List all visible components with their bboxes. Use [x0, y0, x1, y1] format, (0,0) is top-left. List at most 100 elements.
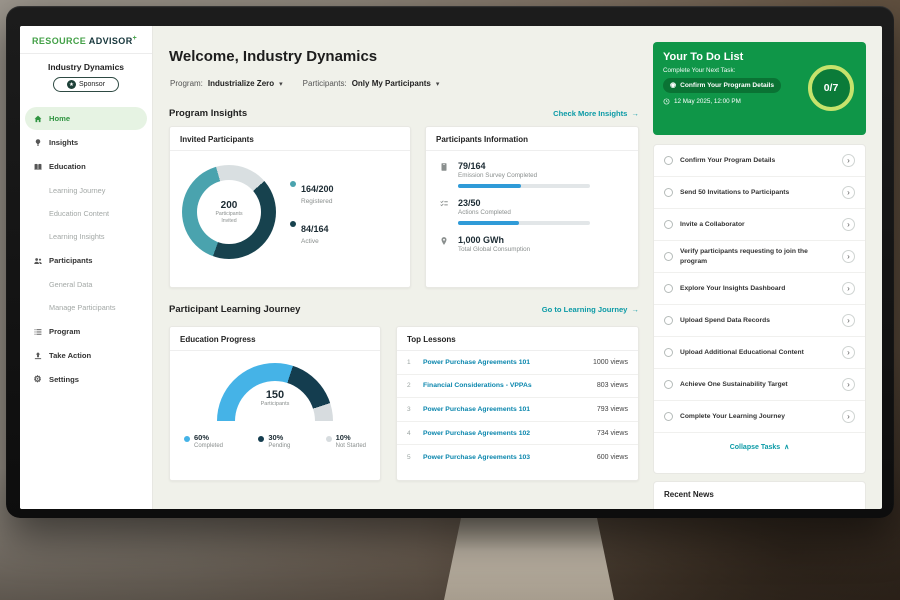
lesson-link[interactable]: Power Purchase Agreements 101 [423, 406, 589, 413]
task-row[interactable]: Explore Your Insights Dashboard › [654, 273, 865, 305]
legend-value: 84/164 [301, 224, 329, 234]
go-to-learning-journey-link[interactable]: Go to Learning Journey → [542, 305, 639, 314]
todo-progress-ring: 0/7 [808, 65, 854, 111]
stat-value: 1,000 GWh [458, 235, 530, 245]
legend-completed: 60% Completed [184, 433, 223, 449]
program-select[interactable]: Program: Industrialize Zero ▾ [170, 79, 283, 88]
sidebar-item-program[interactable]: Program [25, 320, 147, 343]
task-checkbox[interactable] [664, 188, 673, 197]
progress-bar [458, 221, 590, 225]
program-select-value: Industrialize Zero [208, 79, 274, 88]
gauge-center-value: 150 [217, 389, 333, 401]
chevron-right-icon[interactable]: › [842, 218, 855, 231]
logo-text-resource: RESOURCE [32, 36, 86, 46]
sidebar-item-label: Program [49, 327, 80, 336]
chevron-right-icon[interactable]: › [842, 282, 855, 295]
sidebar-item-general-data[interactable]: General Data [20, 273, 152, 296]
task-checkbox[interactable] [664, 284, 673, 293]
stat-emission-survey: 79/164 Emission Survey Completed [426, 151, 638, 188]
lesson-link[interactable]: Financial Considerations - VPPAs [423, 382, 589, 389]
legend-label: Registered [301, 198, 334, 205]
legend-value: 10% [336, 433, 351, 442]
task-checkbox[interactable] [664, 380, 673, 389]
task-checkbox[interactable] [664, 348, 673, 357]
task-row[interactable]: Confirm Your Program Details › [654, 145, 865, 177]
task-label: Explore Your Insights Dashboard [680, 284, 835, 293]
stat-label: Total Global Consumption [458, 246, 530, 253]
stat-actions-completed: 23/50 Actions Completed [426, 188, 638, 225]
list-icon [32, 326, 43, 337]
chevron-right-icon[interactable]: › [842, 250, 855, 263]
check-more-insights-link[interactable]: Check More Insights → [553, 109, 639, 118]
lesson-row: 4 Power Purchase Agreements 102 734 view… [397, 422, 638, 446]
next-task-label: Confirm Your Program Details [680, 82, 774, 89]
sidebar-item-education-content[interactable]: Education Content [20, 202, 152, 225]
task-row[interactable]: Verify participants requesting to join t… [654, 241, 865, 273]
task-row[interactable]: Send 50 Invitations to Participants › [654, 177, 865, 209]
task-row[interactable]: Upload Additional Educational Content › [654, 337, 865, 369]
donut-center-label: Participants Invited [208, 211, 250, 225]
card-title: Participants Information [426, 127, 638, 151]
sidebar-item-education[interactable]: Education [25, 155, 147, 178]
legend-dot [258, 436, 264, 442]
collapse-tasks-link[interactable]: Collapse Tasks ∧ [654, 433, 865, 461]
legend-label: Active [301, 238, 329, 245]
task-row[interactable]: Upload Spend Data Records › [654, 305, 865, 337]
legend-label: Not Started [336, 443, 366, 449]
legend-label: Pending [268, 443, 290, 449]
participants-information-card: Participants Information 79/164 Emission… [425, 126, 639, 288]
chevron-right-icon[interactable]: › [842, 314, 855, 327]
arrow-right-icon: → [631, 109, 639, 118]
task-checkbox[interactable] [664, 252, 673, 261]
gauge-center-label: Participants [217, 401, 333, 407]
lesson-link[interactable]: Power Purchase Agreements 103 [423, 454, 589, 461]
chevron-right-icon[interactable]: › [842, 378, 855, 391]
lesson-link[interactable]: Power Purchase Agreements 102 [423, 430, 589, 437]
sidebar-item-settings[interactable]: ⚙ Settings [25, 368, 147, 391]
task-row[interactable]: Achieve One Sustainability Target › [654, 369, 865, 401]
sidebar-item-label: Participants [49, 256, 92, 265]
task-row[interactable]: Invite a Collaborator › [654, 209, 865, 241]
card-title: Invited Participants [170, 127, 410, 151]
legend-value: 164/200 [301, 184, 334, 194]
sidebar-item-insights[interactable]: Insights [25, 131, 147, 154]
sidebar-item-manage-participants[interactable]: Manage Participants [20, 296, 152, 319]
card-title: Education Progress [170, 327, 380, 351]
participants-select-value: Only My Participants [352, 79, 431, 88]
map-pin-icon [438, 235, 449, 253]
lightbulb-icon [32, 137, 43, 148]
chevron-right-icon[interactable]: › [842, 154, 855, 167]
sidebar-item-learning-journey[interactable]: Learning Journey [20, 179, 152, 202]
sponsor-badge[interactable]: ★ Sponsor [53, 77, 119, 92]
stat-label: Actions Completed [458, 209, 590, 216]
stat-value: 23/50 [458, 198, 590, 208]
task-row[interactable]: Complete Your Learning Journey › [654, 401, 865, 433]
legend-pending: 30% Pending [258, 433, 290, 449]
next-task-pill[interactable]: ◉ Confirm Your Program Details [663, 78, 781, 93]
chevron-right-icon[interactable]: › [842, 410, 855, 423]
donut-legend: 164/200 Registered 84/164 Active [290, 179, 334, 245]
sidebar-item-take-action[interactable]: Take Action [25, 344, 147, 367]
sidebar-item-learning-insights[interactable]: Learning Insights [20, 225, 152, 248]
card-title: Top Lessons [397, 327, 638, 351]
chevron-right-icon[interactable]: › [842, 186, 855, 199]
task-checkbox[interactable] [664, 412, 673, 421]
lesson-row: 1 Power Purchase Agreements 101 1000 vie… [397, 351, 638, 375]
lesson-views: 1000 views [593, 359, 628, 366]
stat-value: 79/164 [458, 161, 590, 171]
task-checkbox[interactable] [664, 316, 673, 325]
legend-label: Completed [194, 443, 223, 449]
chevron-right-icon[interactable]: › [842, 346, 855, 359]
sidebar-item-participants[interactable]: Participants [25, 249, 147, 272]
progress-fill [458, 184, 521, 188]
chevron-up-icon: ∧ [784, 443, 789, 451]
task-checkbox[interactable] [664, 220, 673, 229]
sidebar-item-home[interactable]: Home [25, 107, 147, 130]
lesson-link[interactable]: Power Purchase Agreements 101 [423, 359, 585, 366]
participants-select[interactable]: Participants: Only My Participants ▾ [303, 79, 440, 88]
todo-progress-count: 0/7 [824, 82, 839, 94]
task-checkbox[interactable] [664, 156, 673, 165]
gauge-legend: 60% Completed 30% Pending 10% Not Starte… [170, 421, 380, 449]
target-icon: ◉ [670, 82, 676, 89]
todo-title: Your To Do List [663, 51, 856, 63]
